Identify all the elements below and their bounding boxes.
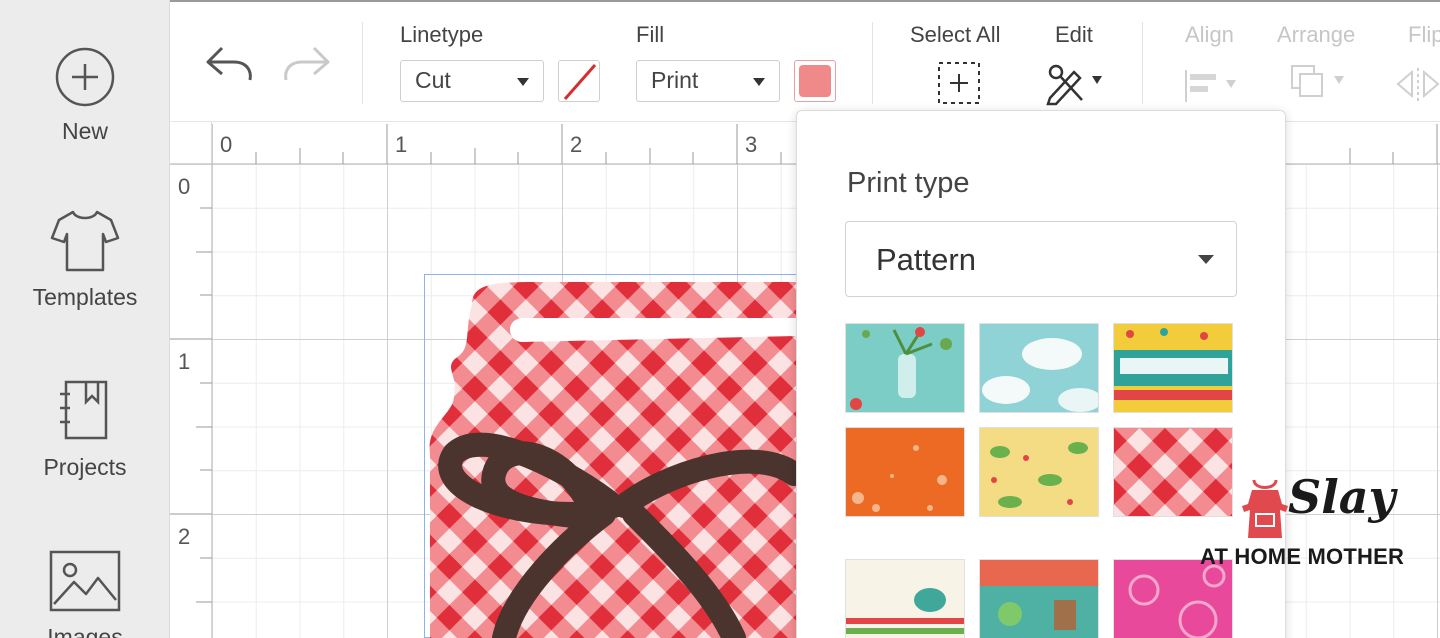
linetype-value: Cut — [415, 67, 451, 93]
fill-value: Print — [651, 67, 699, 93]
print-type-value: Pattern — [876, 242, 976, 277]
pattern-tile-bird-stripe[interactable] — [845, 559, 965, 638]
ruler-left: 0 1 2 — [170, 164, 212, 638]
pattern-tile-yellow-floral[interactable] — [979, 427, 1099, 517]
toolbar-divider — [1142, 22, 1143, 104]
edit-tools-icon[interactable] — [1044, 60, 1110, 106]
sidebar-item-projects[interactable]: Projects — [0, 378, 170, 481]
select-all-icon[interactable] — [936, 60, 982, 106]
pattern-swatch-fill — [799, 65, 831, 97]
fill-pattern-swatch[interactable] — [794, 60, 836, 102]
sidebar-item-images[interactable]: Images — [0, 548, 170, 638]
arrange-icon[interactable] — [1288, 62, 1354, 106]
align-label: Align — [1185, 22, 1234, 47]
toolbar-divider — [362, 22, 363, 104]
fill-label: Fill — [636, 22, 665, 47]
linetype-select[interactable]: Cut — [400, 60, 544, 102]
pattern-tile-floral-teal[interactable] — [845, 323, 965, 413]
arrange-label: Arrange — [1277, 22, 1356, 47]
undo-icon[interactable] — [204, 42, 256, 84]
top-toolbar: Linetype Cut Fill Print Select All Edit … — [170, 0, 1440, 122]
sidebar-item-label: Projects — [43, 454, 127, 480]
flip-icon[interactable] — [1394, 64, 1440, 106]
bird-stripe-pattern-icon — [846, 588, 964, 634]
pattern-tile-teal-scene[interactable] — [979, 559, 1099, 638]
notebook-icon — [60, 380, 108, 440]
watermark-brand: Slay — [1288, 470, 1396, 524]
pattern-tile-text-cloud[interactable] — [1113, 323, 1233, 413]
tshirt-icon — [50, 210, 120, 272]
chevron-down-icon — [1198, 255, 1214, 264]
clouds-blue-pattern-icon — [982, 338, 1098, 412]
toolbar-divider — [872, 22, 873, 104]
sidebar-item-label: New — [61, 118, 108, 144]
fill-select[interactable]: Print — [636, 60, 780, 102]
linetype-color-swatch[interactable] — [558, 60, 600, 102]
pattern-tile-orange-speckle[interactable] — [845, 427, 965, 517]
edit-label: Edit — [1055, 22, 1093, 47]
sidebar-item-new[interactable]: New — [0, 46, 170, 145]
text-cloud-pattern-icon — [1114, 328, 1232, 400]
floral-teal-pattern-icon — [850, 327, 952, 410]
chevron-down-icon — [517, 78, 529, 86]
redo-icon[interactable] — [280, 42, 332, 84]
sidebar-item-label: Templates — [32, 284, 138, 310]
sidebar-item-templates[interactable]: Templates — [0, 208, 170, 311]
flip-label: Flip — [1408, 22, 1440, 47]
apron-logo-icon — [1242, 479, 1288, 538]
chevron-down-icon — [753, 78, 765, 86]
brand-watermark: Slay AT HOME MOTHER — [1200, 470, 1435, 580]
orange-speckle-pattern-icon — [852, 445, 947, 512]
left-sidebar: New Templates Projects Images — [0, 0, 170, 638]
gingham-jar-design[interactable] — [424, 274, 804, 638]
popup-title: Print type — [847, 167, 970, 199]
align-icon[interactable] — [1182, 66, 1244, 106]
select-all-label: Select All — [910, 22, 1001, 47]
ruler-ticks-left — [170, 164, 212, 603]
image-icon — [49, 550, 121, 612]
watermark-tagline: AT HOME MOTHER — [1200, 544, 1405, 569]
sidebar-item-label: Images — [47, 624, 123, 638]
pattern-tile-clouds-blue[interactable] — [979, 323, 1099, 413]
linetype-label: Linetype — [400, 22, 484, 47]
ruler-corner — [170, 122, 212, 164]
red-slash-icon — [563, 64, 597, 100]
teal-scene-pattern-icon — [980, 560, 1098, 630]
print-type-select[interactable]: Pattern — [845, 221, 1237, 297]
yellow-floral-pattern-icon — [990, 442, 1088, 508]
plus-circle-icon — [55, 47, 115, 107]
